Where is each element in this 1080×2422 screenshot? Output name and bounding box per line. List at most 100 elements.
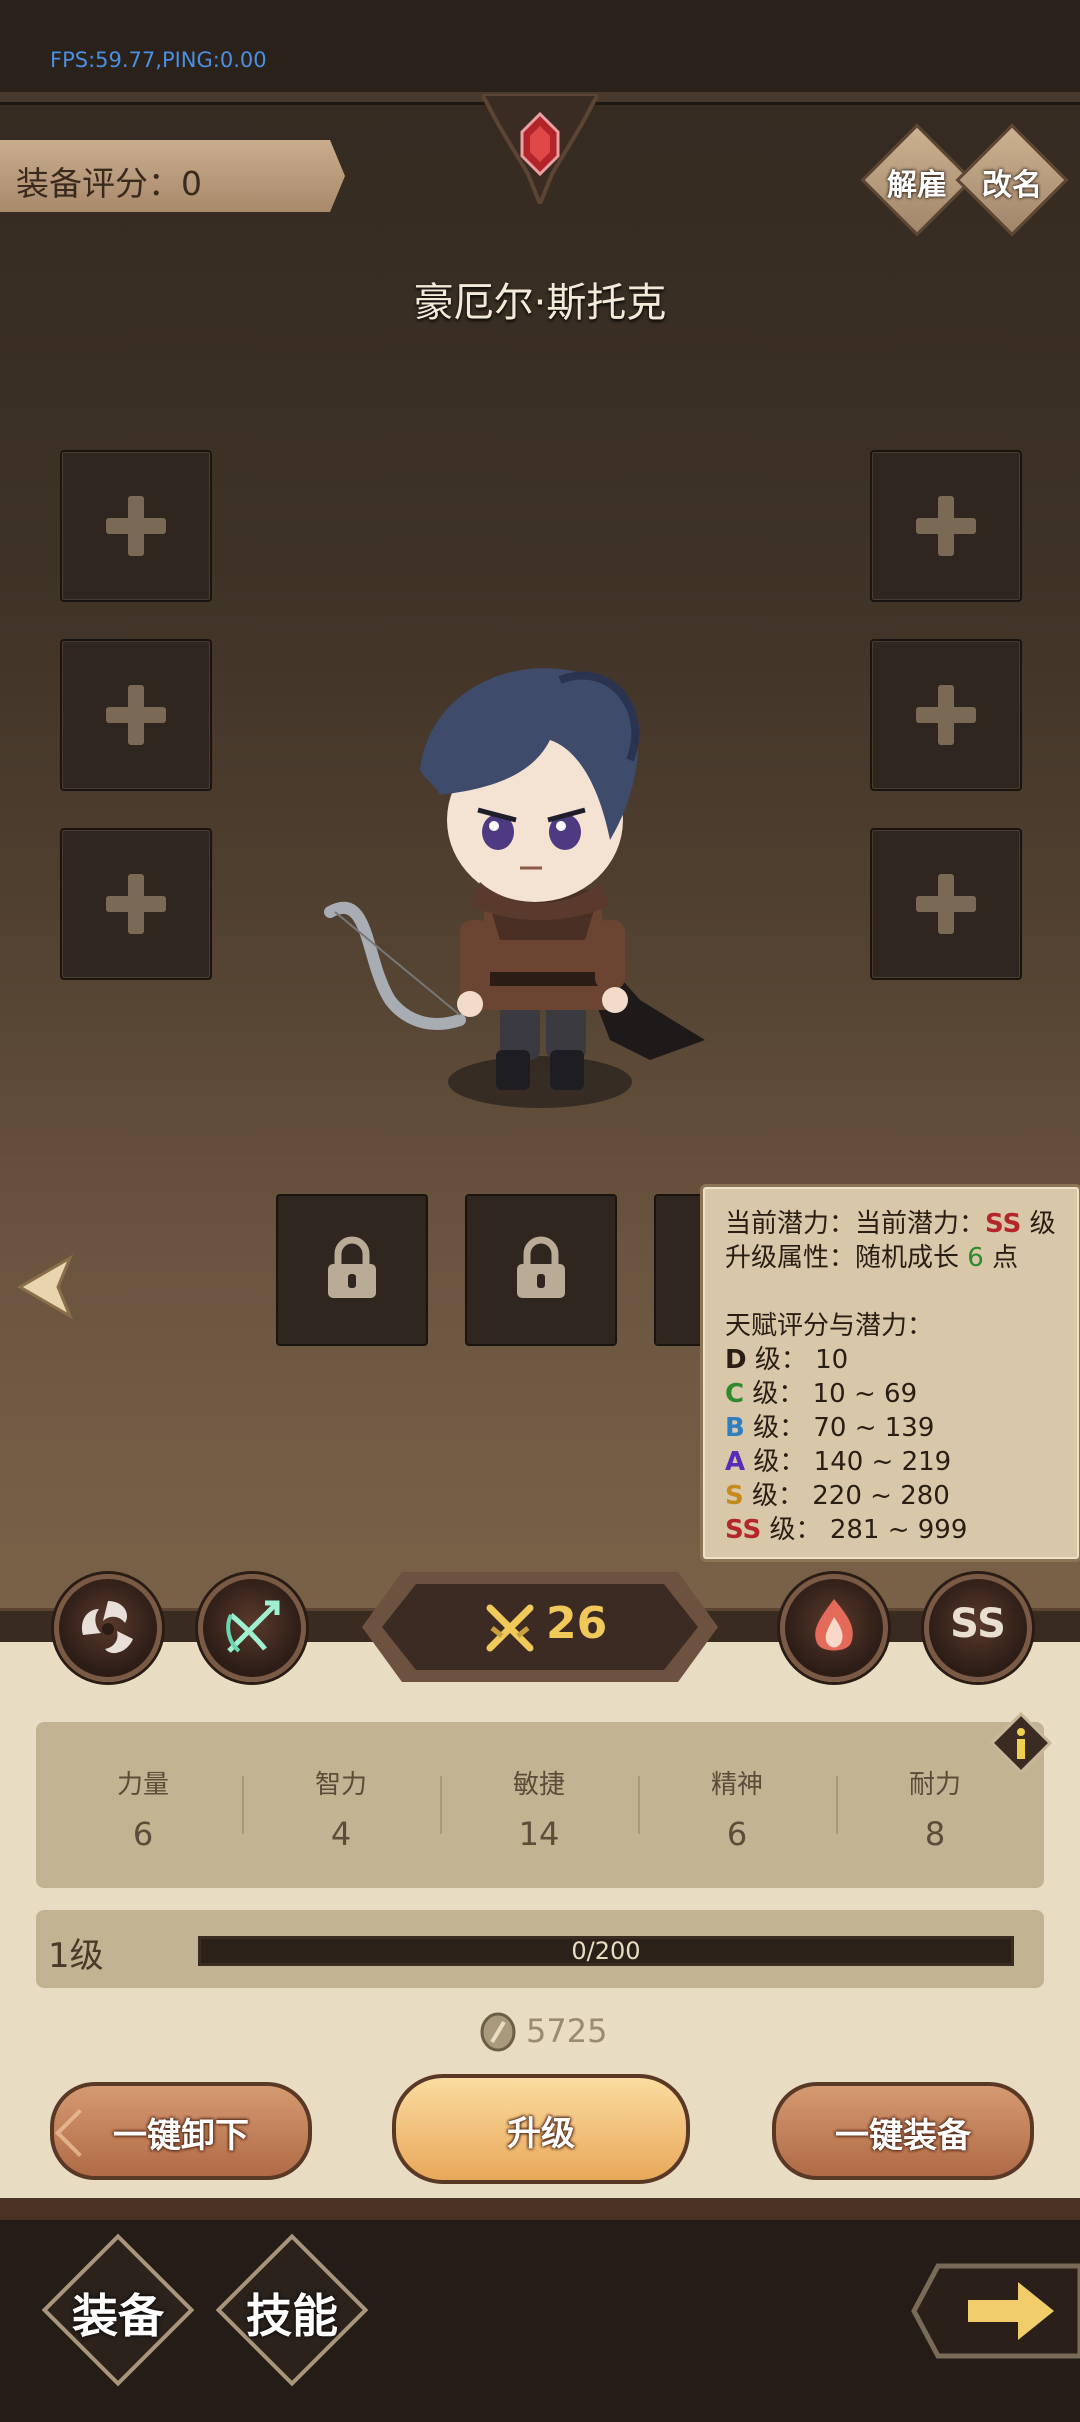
grade-row: C 级： 10 ~ 69	[725, 1373, 917, 1410]
equipment-slot-left-1[interactable]	[60, 450, 212, 602]
equipment-slot-left-3[interactable]	[60, 828, 212, 980]
unequip-all-label: 一键卸下	[113, 2116, 249, 2156]
grade-badge-label: SS	[950, 1601, 1006, 1647]
talent-flame-button[interactable]	[780, 1574, 888, 1682]
grade-range: 220 ~ 280	[812, 1481, 950, 1511]
equipment-slot-right-3[interactable]	[870, 828, 1022, 980]
upgrade-label: 升级	[507, 2114, 575, 2154]
equipment-slot-left-2[interactable]	[60, 639, 212, 791]
tooltip-current-potential: 当前潜力：当前潜力：SS 级	[725, 1203, 1056, 1240]
hero-character	[324, 668, 705, 1108]
grade-badge-button[interactable]: SS	[924, 1574, 1032, 1682]
previous-hero-arrow-icon[interactable]	[12, 1252, 74, 1322]
stat-intelligence-value: 4	[330, 1815, 352, 1853]
grade-suffix: 级：	[746, 1345, 816, 1375]
equipment-slot-right-1[interactable]	[870, 450, 1022, 602]
grade-suffix: 级：	[761, 1515, 830, 1545]
plus-icon	[938, 685, 954, 745]
tooltip-current-grade: SS	[985, 1209, 1022, 1239]
upgrade-button[interactable]: 升级	[392, 2074, 690, 2184]
xp-bar: 0/200	[198, 1936, 1014, 1966]
unequip-all-button[interactable]: 一键卸下	[50, 2082, 312, 2180]
dismiss-button-label: 解雇	[887, 168, 947, 203]
level-label: 1级	[48, 1936, 104, 1976]
lock-icon	[328, 1236, 376, 1298]
gold-amount: 5725	[526, 2012, 608, 2050]
tooltip-grade-suffix: 级	[1029, 1209, 1056, 1239]
bow-arrow-icon	[226, 1600, 280, 1653]
plus-icon	[938, 496, 954, 556]
tooltip-points-suffix: 点	[992, 1243, 1019, 1273]
gold-coin-icon	[480, 2012, 516, 2052]
grade-range: 281 ~ 999	[829, 1515, 968, 1545]
grade-row: A 级： 140 ~ 219	[725, 1441, 951, 1478]
hero-name: 豪厄尔·斯托克	[413, 280, 667, 326]
nav-equipment-tab[interactable]: 装备	[41, 2233, 195, 2387]
grade-row: B 级： 70 ~ 139	[725, 1407, 934, 1444]
plus-icon	[128, 874, 144, 934]
grade-range: 10	[815, 1345, 849, 1375]
equip-all-button[interactable]: 一键装备	[772, 2082, 1034, 2180]
stat-agility-value: 14	[518, 1815, 560, 1853]
equipment-slot-right-2[interactable]	[870, 639, 1022, 791]
grade-suffix: 级：	[744, 1379, 813, 1409]
stat-stamina-label: 耐力	[908, 1770, 961, 1800]
grade-range: 70 ~ 139	[813, 1413, 935, 1443]
stat-spirit-value: 6	[726, 1815, 748, 1853]
nav-skills-tab[interactable]: 技能	[215, 2233, 369, 2387]
locked-slot-1[interactable]	[276, 1194, 428, 1346]
equip-all-label: 一键装备	[835, 2116, 971, 2156]
stat-agility-label: 敏捷	[512, 1770, 565, 1800]
grade-letter: A	[725, 1447, 746, 1477]
grade-letter: SS	[725, 1515, 762, 1545]
swirl-icon	[81, 1601, 133, 1654]
equipment-score-value: 0	[181, 164, 202, 203]
grade-letter: S	[725, 1481, 744, 1511]
ruby-ornament-icon	[482, 94, 598, 204]
plus-icon	[128, 685, 144, 745]
tooltip-current-potential-label: 当前潜力：当前潜力：	[725, 1209, 986, 1239]
grade-suffix: 级：	[743, 1481, 813, 1511]
tooltip-title: 天赋评分与潜力：	[725, 1311, 934, 1341]
fps-counter: FPS:59.77,PING:0.00	[50, 48, 267, 72]
locked-slot-2[interactable]	[465, 1194, 617, 1346]
power-badge	[382, 1584, 698, 1670]
grade-letter: C	[725, 1379, 745, 1409]
grade-suffix: 级：	[744, 1413, 814, 1443]
grade-row: SS 级： 281 ~ 999	[725, 1509, 967, 1546]
archer-class-button[interactable]	[198, 1574, 306, 1682]
class-icon-button[interactable]	[54, 1574, 162, 1682]
attributes-box	[36, 1722, 1044, 1888]
tooltip-growth-points: 6	[967, 1243, 984, 1273]
tooltip-upgrade-attribute: 升级属性：随机成长 6 点	[725, 1237, 1018, 1274]
stat-strength-label: 力量	[116, 1770, 169, 1800]
flame-icon	[815, 1599, 853, 1651]
equipment-score: 装备评分：0	[16, 157, 202, 205]
crossed-swords-icon	[486, 1604, 534, 1652]
rename-button-label: 改名	[982, 168, 1042, 203]
stat-stamina-value: 8	[924, 1815, 946, 1853]
nav-skills-label: 技能	[246, 2289, 338, 2343]
grade-letter: D	[725, 1345, 747, 1375]
return-arrow-icon	[911, 2263, 1080, 2359]
equipment-score-label: 装备评分：	[16, 164, 181, 203]
grade-row: S 级： 220 ~ 280	[725, 1475, 950, 1512]
nav-equipment-label: 装备	[72, 2289, 164, 2343]
grade-range: 10 ~ 69	[812, 1379, 918, 1409]
dismiss-button[interactable]: 解雇	[860, 123, 974, 237]
grade-suffix: 级：	[745, 1447, 814, 1477]
grade-letter: B	[725, 1413, 745, 1443]
stat-intelligence-label: 智力	[314, 1770, 367, 1800]
return-button[interactable]	[908, 2256, 1080, 2366]
stat-spirit-label: 精神	[710, 1770, 763, 1800]
power-value: 26	[546, 1598, 608, 1649]
stat-strength-value: 6	[132, 1815, 154, 1853]
grade-row: D 级： 10	[725, 1339, 848, 1376]
tooltip-upgrade-label: 升级属性：随机成长	[725, 1243, 960, 1273]
lock-icon	[517, 1236, 565, 1298]
rename-button[interactable]: 改名	[955, 123, 1069, 237]
plus-icon	[938, 874, 954, 934]
grade-range: 140 ~ 219	[813, 1447, 952, 1477]
plus-icon	[128, 496, 144, 556]
potential-tooltip: 当前潜力：当前潜力：SS 级 升级属性：随机成长 6 点 天赋评分与潜力： D …	[700, 1184, 1080, 1562]
